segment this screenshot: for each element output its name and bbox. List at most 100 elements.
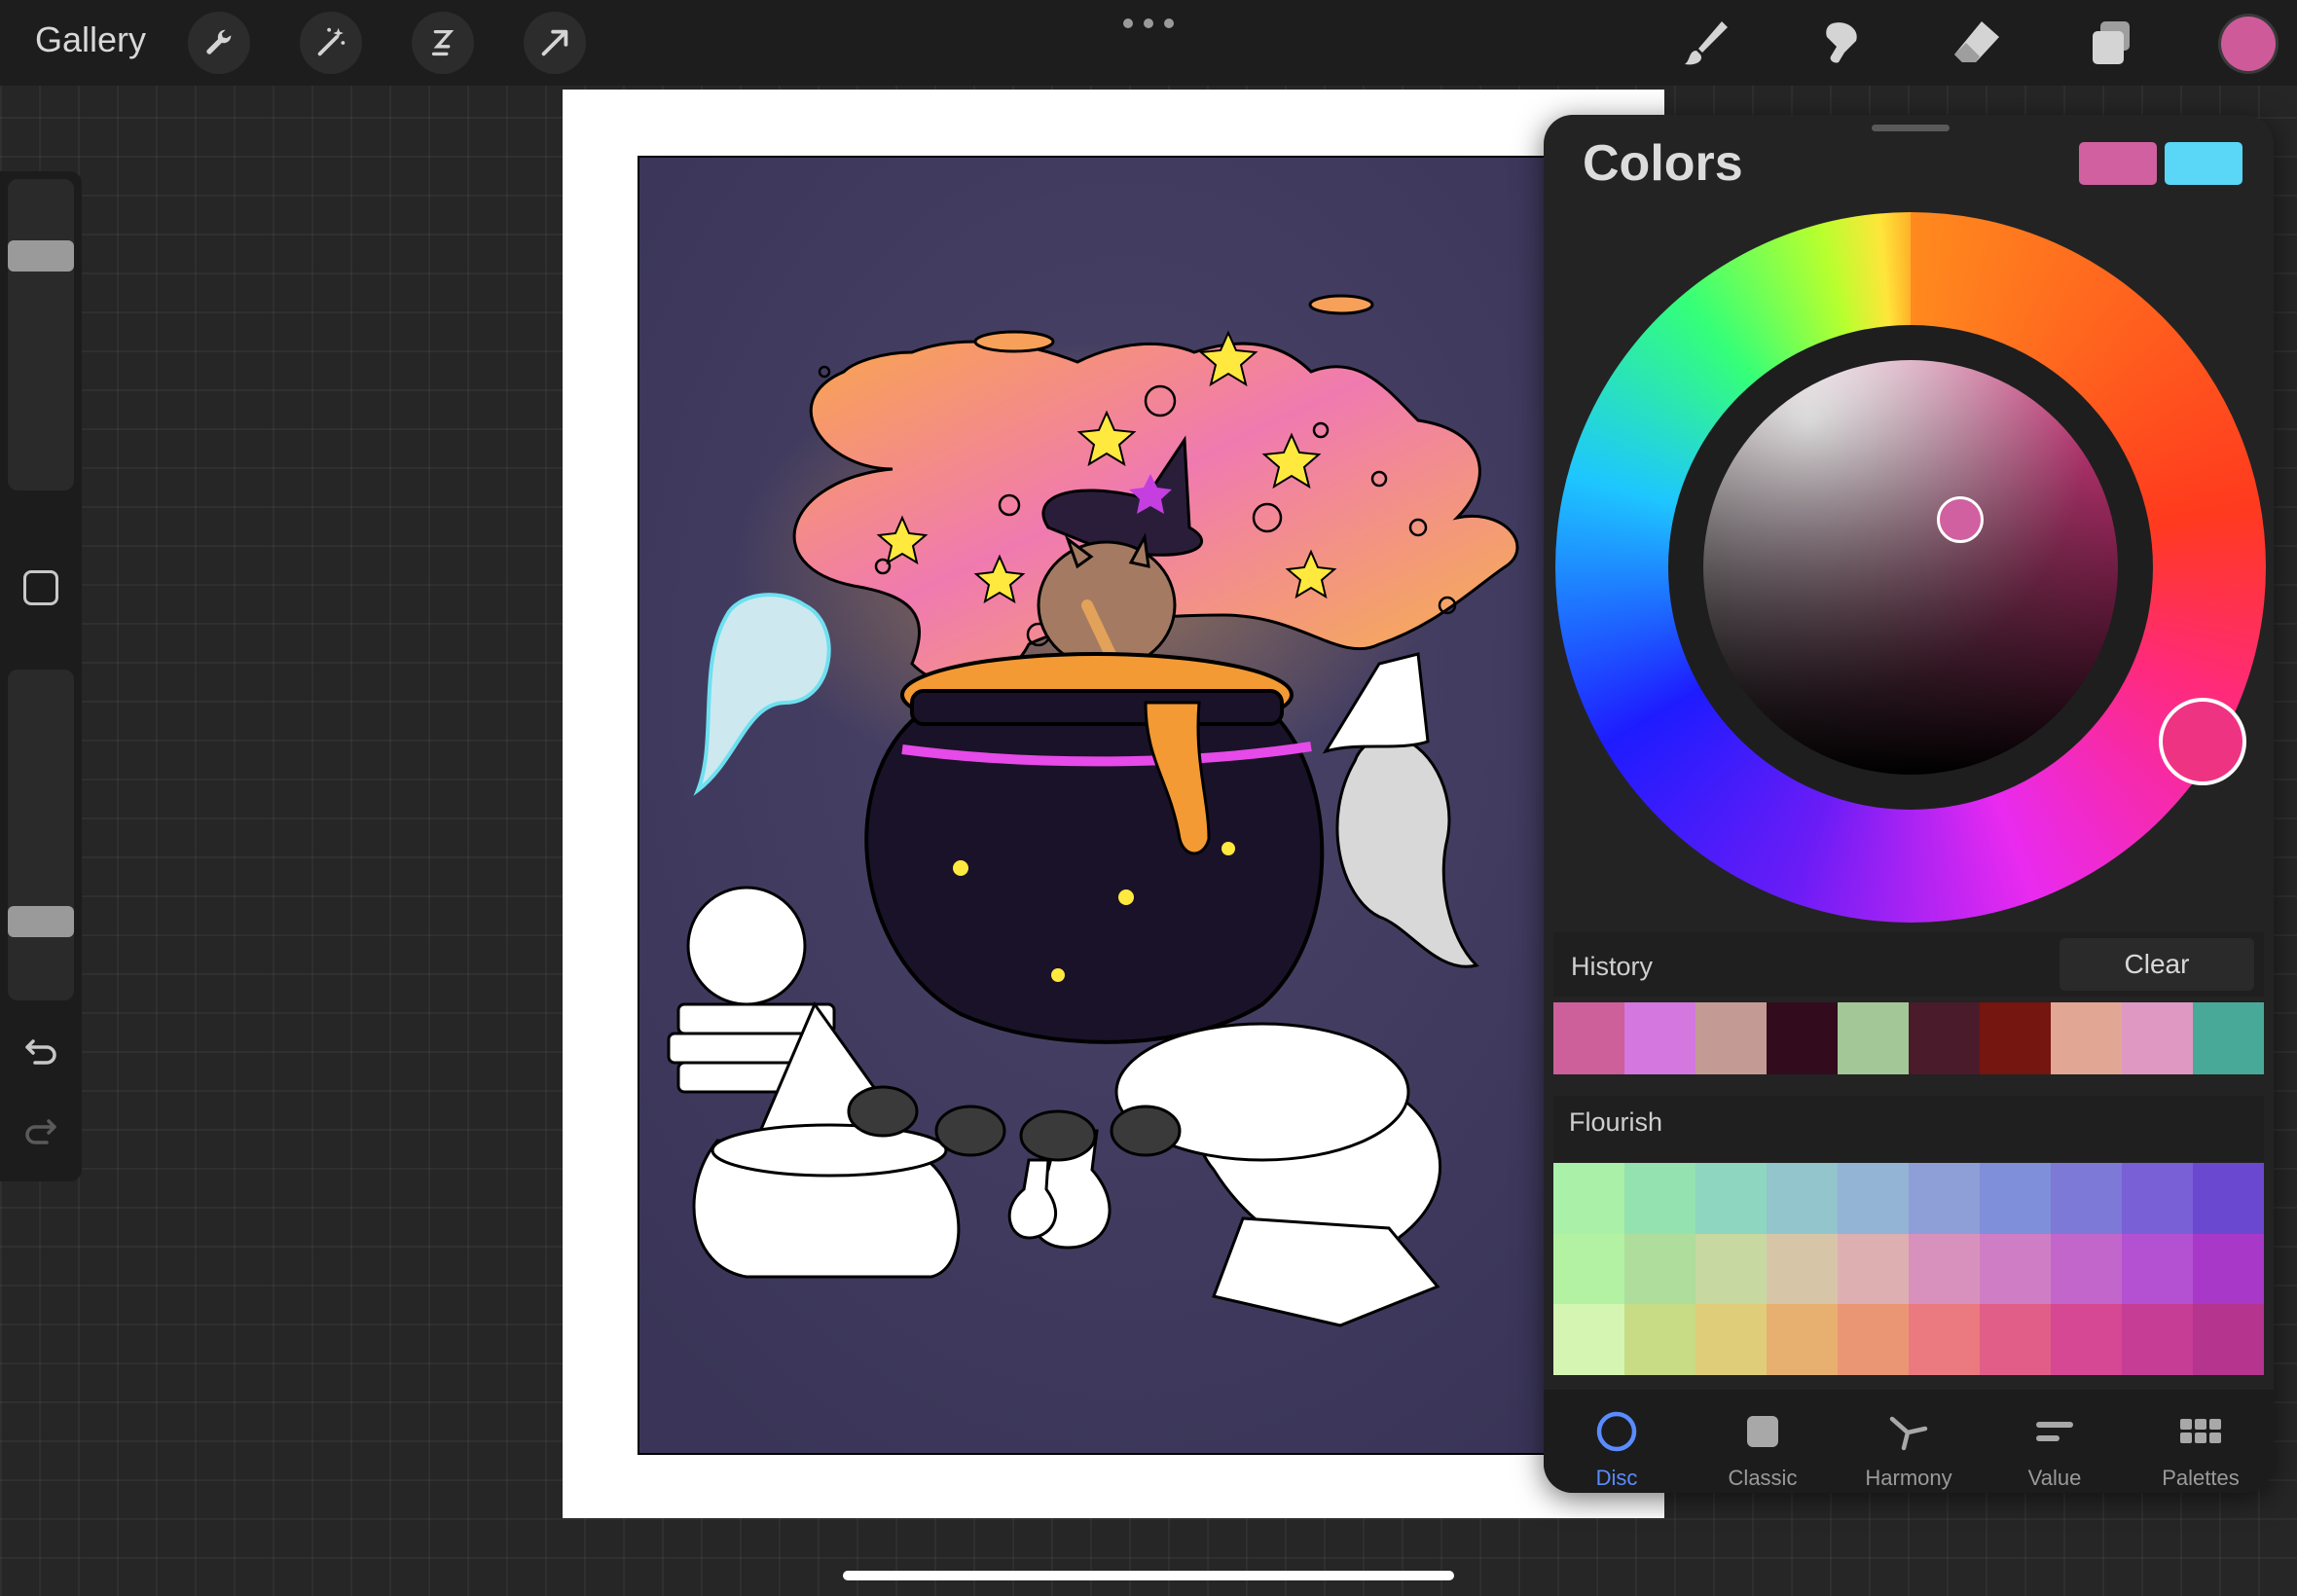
palette-swatch[interactable] — [2193, 1233, 2264, 1305]
palette-swatch[interactable] — [1980, 1233, 2051, 1305]
history-swatch[interactable] — [1767, 1002, 1838, 1074]
transform-button[interactable] — [524, 12, 586, 74]
clear-history-button[interactable]: Clear — [2060, 938, 2254, 991]
palette-swatch[interactable] — [1695, 1233, 1767, 1305]
history-swatch[interactable] — [1553, 1002, 1624, 1074]
palette-swatch[interactable] — [2051, 1163, 2122, 1234]
value-sliders-icon — [2036, 1422, 2073, 1441]
palette-swatch[interactable] — [1838, 1304, 1909, 1375]
tab-value[interactable]: Value — [1982, 1390, 2128, 1493]
artwork-canvas[interactable] — [638, 156, 1611, 1455]
history-swatch[interactable] — [1909, 1002, 1980, 1074]
palette-swatch[interactable] — [1553, 1304, 1624, 1375]
harmony-icon — [1889, 1416, 1928, 1451]
palette-swatch[interactable] — [1624, 1304, 1695, 1375]
palette-swatch[interactable] — [1909, 1304, 1980, 1375]
history-swatch[interactable] — [1624, 1002, 1695, 1074]
adjustments-button[interactable] — [300, 12, 362, 74]
left-sidebar — [0, 171, 82, 1181]
palette-swatch[interactable] — [1695, 1304, 1767, 1375]
saturation-brightness-disc[interactable] — [1703, 360, 2118, 775]
palette-swatch[interactable] — [1909, 1233, 1980, 1305]
tab-label: Disc — [1595, 1466, 1638, 1490]
palette-swatch[interactable] — [2122, 1304, 2193, 1375]
palette-swatch[interactable] — [1838, 1233, 1909, 1305]
modify-square-icon[interactable] — [23, 570, 58, 605]
palette-swatch[interactable] — [1767, 1233, 1838, 1305]
panel-grabber[interactable] — [1872, 125, 1950, 131]
opacity-slider[interactable] — [8, 670, 74, 1000]
palette-swatch[interactable] — [1909, 1163, 1980, 1234]
history-swatch[interactable] — [2051, 1002, 2122, 1074]
palette-swatch[interactable] — [1767, 1304, 1838, 1375]
palette-swatch[interactable] — [2122, 1233, 2193, 1305]
transform-icon — [541, 29, 568, 56]
tab-label: Value — [2027, 1466, 2082, 1490]
tab-label: Palettes — [2162, 1466, 2240, 1490]
palette-swatch[interactable] — [1695, 1163, 1767, 1234]
palette-swatch[interactable] — [1553, 1163, 1624, 1234]
panel-title: Colors — [1583, 135, 1743, 192]
tab-disc[interactable]: Disc — [1544, 1390, 1690, 1493]
history-swatch[interactable] — [2122, 1002, 2193, 1074]
flourish-palette-grid — [1553, 1163, 2264, 1375]
palette-swatch[interactable] — [1767, 1163, 1838, 1234]
current-color-button[interactable] — [2221, 17, 2276, 71]
magic-wand-icon — [317, 27, 346, 56]
actions-button[interactable] — [188, 12, 250, 74]
undo-icon[interactable] — [19, 1028, 62, 1070]
classic-square-icon — [1747, 1416, 1778, 1447]
colors-panel: Colors History Clear Flourish Disc Class… — [1544, 115, 2274, 1493]
selection-icon — [431, 29, 455, 56]
palette-swatch[interactable] — [2051, 1304, 2122, 1375]
brush-icon — [1685, 21, 1728, 65]
smudge-button[interactable] — [1807, 10, 1874, 76]
eraser-button[interactable] — [1943, 10, 2009, 76]
palette-swatch[interactable] — [1980, 1163, 2051, 1234]
brush-size-slider[interactable] — [8, 179, 74, 490]
home-indicator[interactable] — [843, 1571, 1454, 1580]
smudge-icon — [1826, 22, 1857, 63]
color-disc[interactable] — [1555, 212, 2266, 923]
primary-color-swatch[interactable] — [2079, 142, 2157, 185]
brush-button[interactable] — [1673, 10, 1739, 76]
tab-classic[interactable]: Classic — [1690, 1390, 1836, 1493]
palettes-grid-icon — [2180, 1419, 2221, 1443]
selection-button[interactable] — [412, 12, 474, 74]
palette-swatch[interactable] — [1838, 1163, 1909, 1234]
layers-icon — [2093, 21, 2130, 64]
top-toolbar: Gallery — [0, 0, 2297, 86]
palette-name: Flourish — [1569, 1107, 1663, 1137]
hue-knob[interactable] — [2159, 698, 2246, 785]
tab-label: Classic — [1728, 1466, 1798, 1490]
color-mode-tabs: Disc Classic Harmony Value Palettes — [1544, 1390, 2274, 1493]
palette-swatch[interactable] — [1624, 1233, 1695, 1305]
tab-label: Harmony — [1865, 1466, 1952, 1490]
saturation-knob[interactable] — [1937, 496, 1984, 543]
history-swatch[interactable] — [1838, 1002, 1909, 1074]
tab-palettes[interactable]: Palettes — [2128, 1390, 2274, 1493]
history-label: History — [1571, 952, 1654, 981]
palette-swatch[interactable] — [1553, 1233, 1624, 1305]
palette-swatch[interactable] — [2051, 1233, 2122, 1305]
history-swatches — [1553, 1002, 2264, 1074]
palette-swatch[interactable] — [2122, 1163, 2193, 1234]
wrench-icon — [206, 29, 232, 54]
redo-icon[interactable] — [19, 1107, 62, 1150]
brush-size-thumb[interactable] — [8, 240, 74, 272]
palette-swatch[interactable] — [2193, 1163, 2264, 1234]
layers-button[interactable] — [2079, 10, 2145, 76]
history-swatch[interactable] — [2193, 1002, 2264, 1074]
palette-swatch[interactable] — [2193, 1304, 2264, 1375]
secondary-color-swatch[interactable] — [2165, 142, 2242, 185]
opacity-thumb[interactable] — [8, 906, 74, 937]
gallery-button[interactable]: Gallery — [35, 19, 146, 60]
more-options-icon[interactable] — [1123, 14, 1174, 33]
history-swatch[interactable] — [1695, 1002, 1767, 1074]
artwork-illustration — [639, 158, 1609, 1453]
palette-swatch[interactable] — [1980, 1304, 2051, 1375]
tab-harmony[interactable]: Harmony — [1836, 1390, 1982, 1493]
palette-swatch[interactable] — [1624, 1163, 1695, 1234]
eraser-icon — [1954, 21, 1999, 62]
history-swatch[interactable] — [1980, 1002, 2051, 1074]
